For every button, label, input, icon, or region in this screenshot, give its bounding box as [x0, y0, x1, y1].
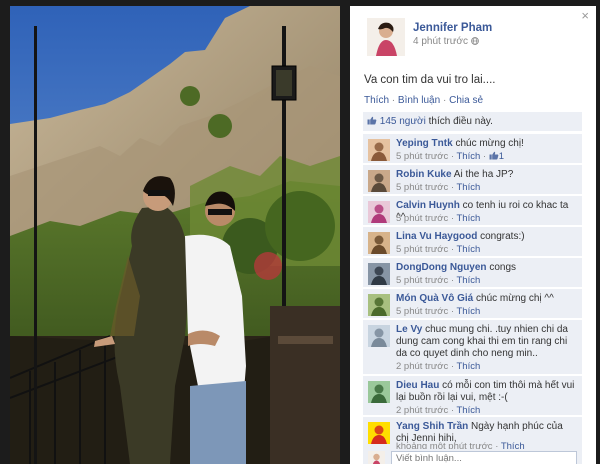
- comment-author[interactable]: Dieu Hau: [396, 380, 439, 391]
- comment-text: Robin Kuke Ai the ha JP?: [396, 169, 578, 181]
- comment-meta: 5 phút trước · Thích: [396, 275, 480, 286]
- photo: [10, 6, 340, 464]
- comment-author[interactable]: Món Quà Vô Giá: [396, 293, 473, 304]
- status-message: Va con tim da vui tro lai....: [364, 74, 496, 86]
- avatar[interactable]: [368, 422, 390, 444]
- comment-like-link[interactable]: Thích: [456, 244, 480, 255]
- separator: ·: [450, 361, 455, 372]
- separator: ·: [450, 213, 455, 224]
- comment-timestamp[interactable]: 2 phút trước: [396, 361, 448, 372]
- comment-body: chúc mừng chị ^^: [473, 293, 554, 304]
- post-panel: × Jennifer Pham 4 phút trước Va con tim …: [350, 6, 596, 464]
- thumbs-up-icon: [367, 116, 380, 127]
- avatar[interactable]: [368, 263, 390, 285]
- comment-meta: 5 phút trước · Thích: [396, 306, 480, 317]
- avatar[interactable]: [368, 294, 390, 316]
- comment-item: Yang Shih Trần Ngày hạnh phúc của chị Je…: [363, 416, 582, 452]
- comment-like-link[interactable]: Thích: [456, 361, 480, 372]
- comment-like-link[interactable]: Thích: [456, 213, 480, 224]
- avatar[interactable]: [368, 139, 390, 161]
- comment-body: chuc mung chi. .tuy nhien chi da dung ca…: [396, 324, 568, 359]
- share-link[interactable]: Chia sẻ: [449, 95, 483, 106]
- comment-text: Lina Vu Haygood congrats:): [396, 231, 578, 243]
- comment-input[interactable]: [391, 451, 577, 464]
- avatar[interactable]: [368, 201, 390, 223]
- comment-like-link[interactable]: Thích: [456, 151, 480, 162]
- likes-summary: 145 người thích điều này.: [363, 112, 582, 131]
- comment-body: chúc mừng chị!: [452, 138, 524, 149]
- comment-meta: 5 phút trước · Thích: [396, 244, 480, 255]
- comment-body: congs: [486, 262, 517, 273]
- comment-timestamp[interactable]: 5 phút trước: [396, 213, 448, 224]
- separator: ·: [450, 182, 455, 193]
- comment-like-link[interactable]: Thích: [456, 405, 480, 416]
- comment-author[interactable]: Le Vy: [396, 324, 422, 335]
- comment-author[interactable]: DongDong Nguyen: [396, 262, 487, 273]
- post-timestamp[interactable]: 4 phút trước: [413, 36, 479, 47]
- comment-link[interactable]: Bình luận: [398, 95, 440, 106]
- comment-author[interactable]: Yeping Tntk: [396, 138, 453, 149]
- comment-item: Dieu Hau có mỗi con tim thôi mà hết vui …: [363, 375, 582, 416]
- comment-item: Món Quà Vô Giá chúc mừng chị ^^ 5 phút tr…: [363, 288, 582, 318]
- separator: ·: [391, 95, 396, 106]
- comment-timestamp[interactable]: 5 phút trước: [396, 244, 448, 255]
- comment-like-link[interactable]: Thích: [456, 182, 480, 193]
- comment-body: congrats:): [477, 231, 525, 242]
- comment-like-link[interactable]: Thích: [456, 306, 480, 317]
- avatar[interactable]: [368, 170, 390, 192]
- thumbs-up-icon: [489, 151, 499, 160]
- avatar[interactable]: [368, 325, 390, 347]
- likes-count-link[interactable]: 145 người: [380, 116, 426, 127]
- write-comment-row: [363, 449, 582, 464]
- separator: ·: [450, 275, 455, 286]
- avatar[interactable]: [368, 381, 390, 403]
- comment-like-count[interactable]: 1: [489, 151, 504, 162]
- comment-meta: 5 phút trước · Thích · 1: [396, 151, 504, 162]
- comment-like-link[interactable]: Thích: [456, 275, 480, 286]
- comment-text: DongDong Nguyen congs: [396, 262, 578, 274]
- timestamp-text: 4 phút trước: [413, 36, 468, 47]
- avatar[interactable]: [368, 232, 390, 254]
- separator: ·: [450, 306, 455, 317]
- comment-item: DongDong Nguyen congs 5 phút trước · Thíc…: [363, 257, 582, 287]
- separator: ·: [450, 244, 455, 255]
- comment-author[interactable]: Lina Vu Haygood: [396, 231, 477, 242]
- comment-item: Robin Kuke Ai the ha JP? 5 phút trước · T…: [363, 164, 582, 194]
- comment-item: Lina Vu Haygood congrats:) 5 phút trước ·…: [363, 226, 582, 256]
- comment-body: Ai the ha JP?: [451, 169, 514, 180]
- comment-meta: 5 phút trước · Thích: [396, 182, 480, 193]
- avatar: [368, 451, 385, 464]
- comment-author[interactable]: Calvin Huynh: [396, 200, 460, 211]
- like-count-number: 1: [498, 151, 504, 162]
- comment-text: Món Quà Vô Giá chúc mừng chị ^^: [396, 293, 578, 305]
- comment-meta: 2 phút trước · Thích: [396, 361, 480, 372]
- separator: ·: [482, 151, 487, 162]
- comment-item: Yeping Tntk chúc mừng chị! 5 phút trước ·…: [363, 133, 582, 163]
- like-link[interactable]: Thích: [364, 95, 389, 106]
- comment-timestamp[interactable]: 2 phút trước: [396, 405, 448, 416]
- comment-meta: 5 phút trước · Thích: [396, 213, 480, 224]
- comment-text: Dieu Hau có mỗi con tim thôi mà hết vui …: [396, 380, 578, 404]
- comment-timestamp[interactable]: 5 phút trước: [396, 306, 448, 317]
- comment-item: Le Vy chuc mung chi. .tuy nhien chi da d…: [363, 319, 582, 374]
- separator: ·: [450, 405, 455, 416]
- photo-stage[interactable]: [10, 6, 340, 464]
- comment-timestamp[interactable]: 5 phút trước: [396, 182, 448, 193]
- separator: ·: [450, 151, 455, 162]
- comment-text: Yeping Tntk chúc mừng chị!: [396, 138, 578, 150]
- likes-suffix: thích điều này.: [425, 116, 493, 127]
- separator: ·: [442, 95, 447, 106]
- comment-meta: 2 phút trước · Thích: [396, 405, 480, 416]
- globe-icon: [470, 36, 479, 47]
- author-name[interactable]: Jennifer Pham: [413, 22, 492, 34]
- close-icon[interactable]: ×: [581, 9, 589, 23]
- comment-author[interactable]: Yang Shih Trần: [396, 421, 468, 432]
- comment-text: Le Vy chuc mung chi. .tuy nhien chi da d…: [396, 324, 578, 360]
- comment-timestamp[interactable]: 5 phút trước: [396, 275, 448, 286]
- comment-timestamp[interactable]: 5 phút trước: [396, 151, 448, 162]
- avatar[interactable]: [367, 18, 405, 56]
- post-actions: Thích · Bình luận · Chia sẻ: [364, 95, 483, 106]
- comment-item: Calvin Huynh co tenh iu roi co khac ta ^…: [363, 195, 582, 225]
- comment-author[interactable]: Robin Kuke: [396, 169, 452, 180]
